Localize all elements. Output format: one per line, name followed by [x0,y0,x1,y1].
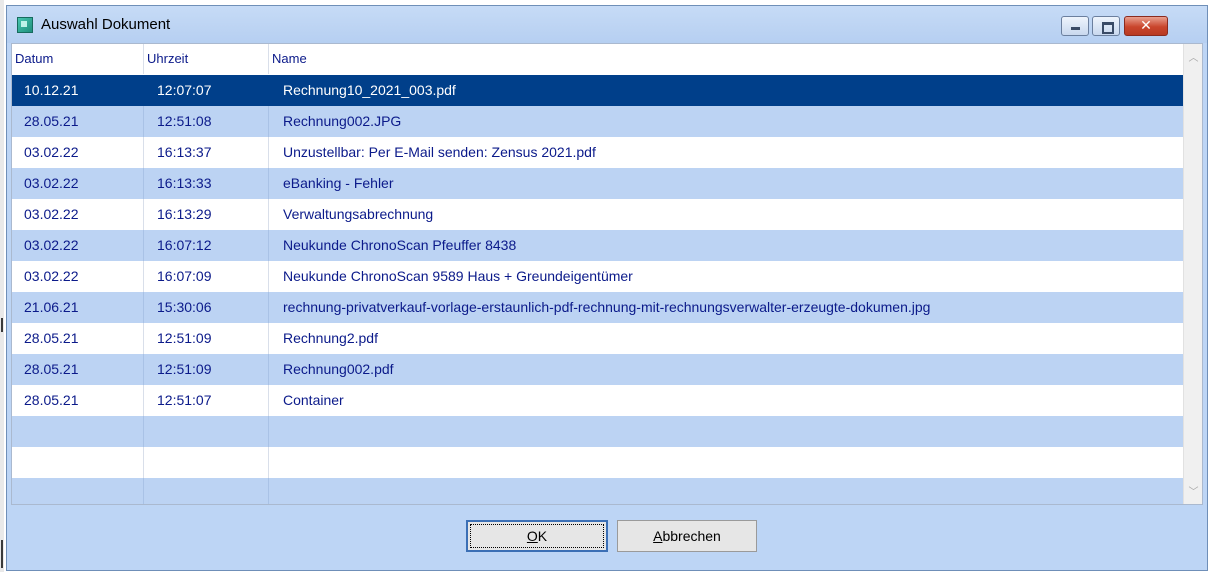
table-row[interactable]: 03.02.22 16:07:09 Neukunde ChronoScan 9589… [12,261,1184,292]
table-row[interactable]: 03.02.22 16:13:37 Unzustellbar: Per E-Mail… [12,137,1184,168]
cell-datum: 03.02.22 [12,168,144,199]
cancel-button[interactable]: Abbrechen [617,520,757,552]
title-bar[interactable]: Auswahl Dokument ✕ [7,6,1207,43]
window-title: Auswahl Dokument [41,16,171,33]
maximize-icon [1102,22,1114,34]
cell-uhrzeit: 12:51:09 [144,323,269,354]
cell-name [269,416,1184,447]
vertical-scrollbar[interactable]: ︿ ﹀ [1183,44,1202,504]
cell-name: Unzustellbar: Per E-Mail senden: Zensus … [283,144,596,160]
cell-datum: 28.05.21 [12,106,144,137]
table-row[interactable]: 28.05.21 12:51:09 Rechnung2.pdf [12,323,1184,354]
table-row[interactable]: 03.02.22 16:13:29 Verwaltungsabrechnung [12,199,1184,230]
cell-name [269,447,1184,478]
cell-datum: 21.06.21 [12,292,144,323]
desktop-edge [0,0,4,572]
cell-uhrzeit: 16:07:12 [144,230,269,261]
table-row[interactable]: 03.02.22 16:07:12 Neukunde ChronoScan Pfeu… [12,230,1184,261]
cell-name: eBanking - Fehler [283,175,394,191]
table-row[interactable]: 28.05.21 12:51:07 Container [12,385,1184,416]
cell-datum: 03.02.22 [12,261,144,292]
cell-uhrzeit [144,478,269,504]
cell-uhrzeit: 12:51:08 [144,106,269,137]
ok-button[interactable]: OK [466,520,608,552]
cell-datum [12,447,144,478]
ok-label: K [537,528,548,544]
cell-name: Rechnung002.pdf [283,361,394,377]
cell-name: Verwaltungsabrechnung [283,206,434,222]
table-header: Datum Uhrzeit Name [12,44,1184,74]
cell-datum [12,416,144,447]
cell-uhrzeit: 12:07:07 [144,75,269,106]
cell-name: Rechnung002.JPG [283,113,402,129]
cell-name: rechnung-privatverkauf-vorlage-erstaunli… [283,299,931,315]
cell-uhrzeit: 16:13:37 [144,137,269,168]
cell-uhrzeit: 15:30:06 [144,292,269,323]
close-icon: ✕ [1140,18,1152,34]
table-row[interactable]: 28.05.21 12:51:09 Rechnung002.pdf [12,354,1184,385]
cell-uhrzeit: 16:13:29 [144,199,269,230]
minimize-button[interactable] [1061,16,1089,36]
scroll-up-icon[interactable]: ︿ [1184,50,1202,68]
cancel-label: bbrechen [662,528,721,544]
maximize-button[interactable] [1092,16,1120,36]
cell-name [269,478,1184,504]
cell-uhrzeit: 16:13:33 [144,168,269,199]
cell-uhrzeit: 12:51:07 [144,385,269,416]
column-header-name[interactable]: Name [269,44,1184,74]
table-row[interactable]: 28.05.21 12:51:08 Rechnung002.JPG [12,106,1184,137]
scroll-down-icon[interactable]: ﹀ [1184,484,1202,502]
cell-datum: 28.05.21 [12,354,144,385]
table-row[interactable] [12,447,1184,478]
app-icon [17,17,33,33]
cell-uhrzeit: 12:51:09 [144,354,269,385]
column-header-uhrzeit[interactable]: Uhrzeit [144,44,269,74]
close-button[interactable]: ✕ [1124,16,1168,36]
document-table[interactable]: Datum Uhrzeit Name 10.12.21 12:07:07 Rechn… [11,43,1203,505]
cell-name: Container [283,392,344,408]
cell-datum: 03.02.22 [12,137,144,168]
cell-datum: 28.05.21 [12,385,144,416]
cell-datum: 03.02.22 [12,199,144,230]
dialog-window: Auswahl Dokument ✕ Datum Uhrzeit Name 10… [6,5,1208,571]
table-body: 10.12.21 12:07:07 Rechnung10_2021_003.pdf 2… [12,75,1184,504]
cell-datum: 28.05.21 [12,323,144,354]
table-row[interactable]: 03.02.22 16:13:33 eBanking - Fehler [12,168,1184,199]
cell-uhrzeit: 16:07:09 [144,261,269,292]
desktop-mark [1,318,3,332]
cell-datum: 03.02.22 [12,230,144,261]
cell-name: Rechnung10_2021_003.pdf [283,82,456,98]
column-header-datum[interactable]: Datum [12,44,144,74]
cell-uhrzeit [144,416,269,447]
cell-name: Neukunde ChronoScan 9589 Haus + Greundei… [283,268,633,284]
cell-name: Neukunde ChronoScan Pfeuffer 8438 [283,237,517,253]
desktop-mark [1,540,3,568]
cell-datum: 10.12.21 [12,75,144,106]
table-row[interactable] [12,478,1184,504]
ok-mnemonic: O [526,528,538,544]
table-row[interactable]: 10.12.21 12:07:07 Rechnung10_2021_003.pdf [12,75,1184,106]
cell-uhrzeit [144,447,269,478]
cell-name: Rechnung2.pdf [283,330,378,346]
table-row[interactable]: 21.06.21 15:30:06 rechnung-privatverkauf-v… [12,292,1184,323]
table-row[interactable] [12,416,1184,447]
cell-datum [12,478,144,504]
minimize-icon [1071,27,1080,30]
